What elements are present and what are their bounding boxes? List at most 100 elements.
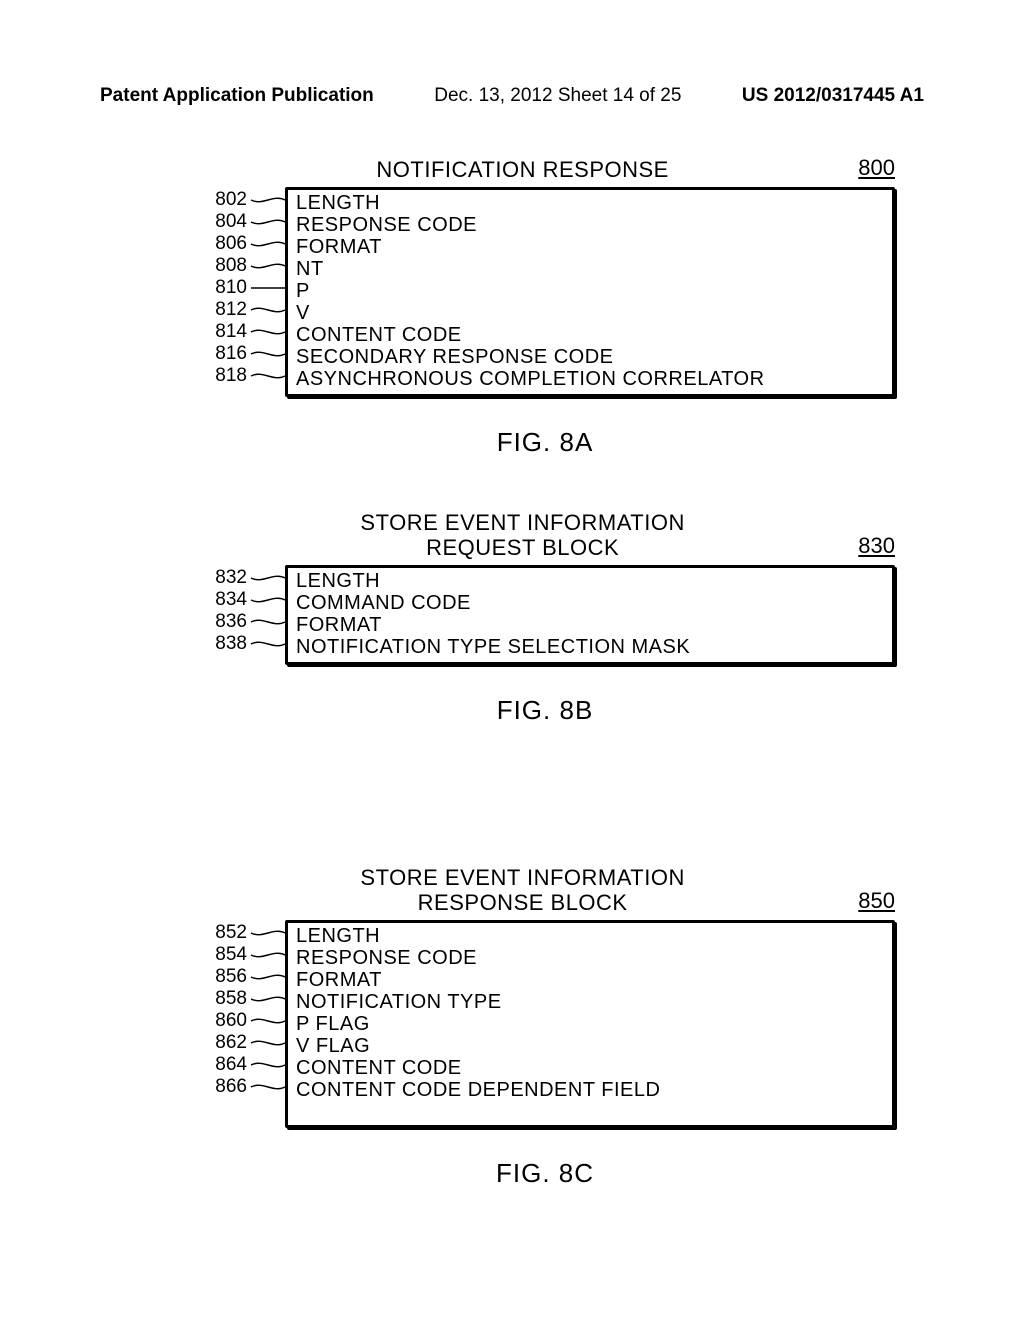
figure-8c-title-line2: RESPONSE BLOCK bbox=[195, 890, 850, 915]
leader-line-icon bbox=[251, 638, 285, 650]
ref-number-value: 866 bbox=[215, 1076, 247, 1098]
ref-number: 866 bbox=[195, 1076, 285, 1098]
ref-number: 864 bbox=[195, 1054, 285, 1076]
ref-number: 834 bbox=[195, 589, 285, 611]
ref-number: 808 bbox=[195, 255, 285, 277]
figure-8a: NOTIFICATION RESPONSE 800 80280480680881… bbox=[195, 155, 895, 458]
ref-number-value: 838 bbox=[215, 633, 247, 655]
figure-8c-title: STORE EVENT INFORMATION RESPONSE BLOCK bbox=[195, 865, 850, 916]
leader-line-icon bbox=[251, 304, 285, 316]
page-header: Patent Application Publication Dec. 13, … bbox=[100, 85, 924, 107]
figure-8b-ref: 830 bbox=[858, 533, 895, 559]
struct-field: P bbox=[296, 280, 884, 302]
ref-number-value: 808 bbox=[215, 255, 247, 277]
ref-number: 812 bbox=[195, 299, 285, 321]
leader-line-icon bbox=[251, 238, 285, 250]
leader-line-icon bbox=[251, 616, 285, 628]
struct-field: LENGTH bbox=[296, 192, 884, 214]
struct-field: V FLAG bbox=[296, 1035, 884, 1057]
figure-8c: STORE EVENT INFORMATION RESPONSE BLOCK 8… bbox=[195, 865, 895, 1189]
struct-field: V bbox=[296, 302, 884, 324]
ref-number: 858 bbox=[195, 988, 285, 1010]
leader-line-icon bbox=[251, 594, 285, 606]
ref-number-value: 860 bbox=[215, 1010, 247, 1032]
ref-number: 854 bbox=[195, 944, 285, 966]
figure-8b-title-line1: STORE EVENT INFORMATION bbox=[195, 510, 850, 535]
ref-number: 838 bbox=[195, 633, 285, 655]
ref-number-value: 854 bbox=[215, 944, 247, 966]
ref-number: 832 bbox=[195, 567, 285, 589]
ref-number: 818 bbox=[195, 365, 285, 387]
struct-field: SECONDARY RESPONSE CODE bbox=[296, 346, 884, 368]
struct-field: ASYNCHRONOUS COMPLETION CORRELATOR bbox=[296, 368, 884, 390]
ref-number-value: 864 bbox=[215, 1054, 247, 1076]
leader-line-icon bbox=[251, 993, 285, 1005]
struct-field: NOTIFICATION TYPE bbox=[296, 991, 884, 1013]
figure-8c-title-line1: STORE EVENT INFORMATION bbox=[195, 865, 850, 890]
figure-8b-caption: FIG. 8B bbox=[195, 695, 895, 726]
ref-number-value: 802 bbox=[215, 189, 247, 211]
ref-number: 852 bbox=[195, 922, 285, 944]
figure-8a-caption: FIG. 8A bbox=[195, 427, 895, 458]
leader-line-icon bbox=[251, 949, 285, 961]
ref-number: 806 bbox=[195, 233, 285, 255]
figure-8b-title: STORE EVENT INFORMATION REQUEST BLOCK bbox=[195, 510, 850, 561]
figure-8c-structbox: LENGTHRESPONSE CODEFORMATNOTIFICATION TY… bbox=[285, 920, 895, 1128]
leader-line-icon bbox=[251, 326, 285, 338]
figure-8b-structbox: LENGTHCOMMAND CODEFORMATNOTIFICATION TYP… bbox=[285, 565, 895, 665]
figure-8b-refcol: 832834836838 bbox=[195, 565, 285, 665]
leader-line-icon bbox=[251, 282, 285, 294]
leader-line-icon bbox=[251, 216, 285, 228]
struct-field: FORMAT bbox=[296, 969, 884, 991]
ref-number-value: 852 bbox=[215, 922, 247, 944]
struct-field: RESPONSE CODE bbox=[296, 214, 884, 236]
leader-line-icon bbox=[251, 1059, 285, 1071]
struct-field: LENGTH bbox=[296, 570, 884, 592]
ref-number: 814 bbox=[195, 321, 285, 343]
leader-line-icon bbox=[251, 1015, 285, 1027]
ref-number-value: 832 bbox=[215, 567, 247, 589]
leader-line-icon bbox=[251, 370, 285, 382]
ref-number: 816 bbox=[195, 343, 285, 365]
ref-number-value: 818 bbox=[215, 365, 247, 387]
leader-line-icon bbox=[251, 194, 285, 206]
struct-field: FORMAT bbox=[296, 614, 884, 636]
ref-number: 810 bbox=[195, 277, 285, 299]
figure-8c-refcol: 852854856858860862864866 bbox=[195, 920, 285, 1128]
figure-8a-refcol: 802804806808810812814816818 bbox=[195, 187, 285, 397]
figure-8c-ref: 850 bbox=[858, 888, 895, 914]
leader-line-icon bbox=[251, 1037, 285, 1049]
figure-8b-title-line2: REQUEST BLOCK bbox=[195, 535, 850, 560]
ref-number: 804 bbox=[199, 211, 285, 233]
struct-field: NOTIFICATION TYPE SELECTION MASK bbox=[296, 636, 884, 658]
figure-8a-ref: 800 bbox=[858, 155, 895, 181]
struct-field: FORMAT bbox=[296, 236, 884, 258]
ref-number-value: 836 bbox=[215, 611, 247, 633]
struct-field: NT bbox=[296, 258, 884, 280]
struct-field: CONTENT CODE bbox=[296, 324, 884, 346]
figure-8c-caption: FIG. 8C bbox=[195, 1158, 895, 1189]
struct-field: P FLAG bbox=[296, 1013, 884, 1035]
struct-field: LENGTH bbox=[296, 925, 884, 947]
ref-number: 862 bbox=[195, 1032, 285, 1054]
leader-line-icon bbox=[251, 971, 285, 983]
struct-field: CONTENT CODE DEPENDENT FIELD bbox=[296, 1079, 884, 1101]
leader-line-icon bbox=[251, 927, 285, 939]
ref-number-value: 814 bbox=[215, 321, 247, 343]
ref-number: 856 bbox=[195, 966, 285, 988]
ref-number: 836 bbox=[195, 611, 285, 633]
ref-number-value: 810 bbox=[215, 277, 247, 299]
ref-number-value: 816 bbox=[215, 343, 247, 365]
ref-number: 860 bbox=[195, 1010, 285, 1032]
ref-number-value: 862 bbox=[215, 1032, 247, 1054]
ref-number-value: 812 bbox=[215, 299, 247, 321]
header-mid: Dec. 13, 2012 Sheet 14 of 25 bbox=[434, 85, 681, 107]
ref-number-value: 834 bbox=[215, 589, 247, 611]
ref-number-value: 858 bbox=[215, 988, 247, 1010]
figure-8a-structbox: LENGTHRESPONSE CODEFORMATNTPVCONTENT COD… bbox=[285, 187, 895, 397]
ref-number-value: 804 bbox=[215, 211, 247, 233]
figure-8a-title: NOTIFICATION RESPONSE bbox=[195, 157, 850, 183]
struct-field: CONTENT CODE bbox=[296, 1057, 884, 1079]
struct-field: COMMAND CODE bbox=[296, 592, 884, 614]
figure-8b: STORE EVENT INFORMATION REQUEST BLOCK 83… bbox=[195, 510, 895, 726]
